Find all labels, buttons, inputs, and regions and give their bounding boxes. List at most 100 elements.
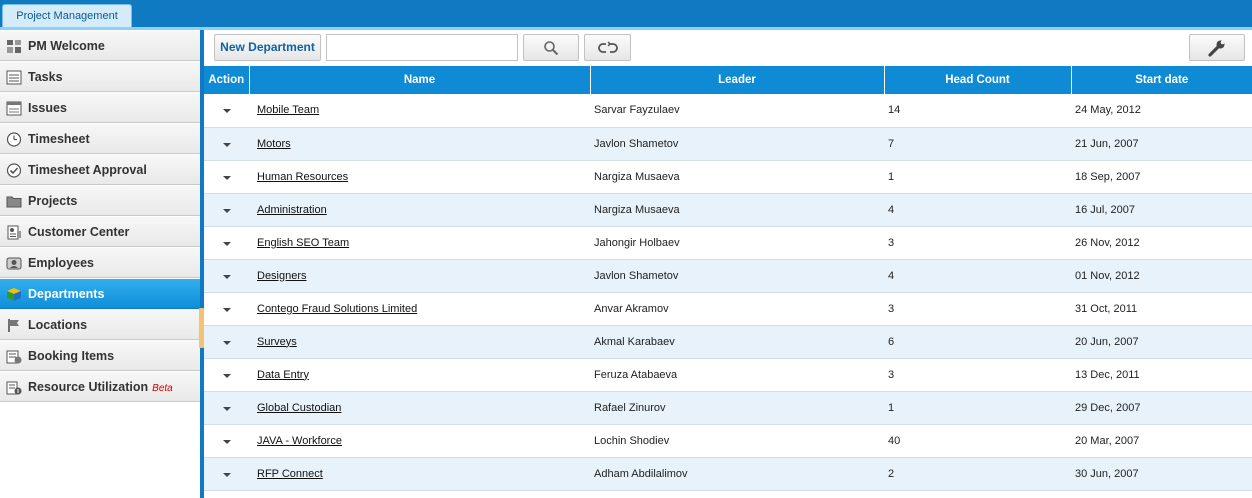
action-cell [204, 226, 249, 260]
sidebar-item-label: Locations [28, 310, 87, 340]
action-cell [204, 325, 249, 359]
sidebar: PM Welcome Tasks Issues Timesheet Timesheet … [0, 30, 200, 498]
table-row: Global Custodian Rafael Zinurov 1 29 Dec, 2… [204, 391, 1252, 425]
leader-cell: Javlon Shametov [590, 127, 884, 161]
row-action-dropdown-icon[interactable] [222, 241, 231, 246]
name-cell: Motors [249, 127, 590, 161]
start-date-cell: 21 Jun, 2007 [1071, 127, 1252, 161]
new-department-button[interactable]: New Department [214, 34, 321, 61]
tab-project-management[interactable]: Project Management [2, 4, 132, 27]
department-link[interactable]: Surveys [257, 336, 297, 348]
row-action-dropdown-icon[interactable] [222, 373, 231, 378]
row-action-dropdown-icon[interactable] [222, 175, 231, 180]
head-count-cell: 40 [884, 424, 1071, 458]
row-action-dropdown-icon[interactable] [222, 472, 231, 477]
name-cell: JAVA - Workforce [249, 424, 590, 458]
row-action-dropdown-icon[interactable] [222, 439, 231, 444]
sidebar-item-timesheet-approval[interactable]: Timesheet Approval [0, 154, 200, 185]
start-date-cell: 20 Mar, 2007 [1071, 424, 1252, 458]
sidebar-item-label: Tasks [28, 62, 63, 92]
table-row: JAVA - Workforce Lochin Shodiev 40 20 Mar, … [204, 424, 1252, 458]
table-row: RFP Connect Adham Abdilalimov 2 30 Jun, 200… [204, 457, 1252, 491]
department-link[interactable]: Human Resources [257, 171, 348, 183]
start-date-cell: 31 Oct, 2011 [1071, 292, 1252, 326]
sidebar-item-label: Resource Utilization Beta [28, 372, 173, 404]
department-link[interactable]: Data Entry [257, 369, 309, 381]
sidebar-item-issues[interactable]: Issues [0, 92, 200, 123]
head-count-cell: 1 [884, 391, 1071, 425]
row-action-dropdown-icon[interactable] [222, 340, 231, 345]
sidebar-item-text: Customer Center [28, 225, 130, 239]
department-link[interactable]: English SEO Team [257, 237, 349, 249]
leader-cell: Lochin Shodiev [590, 424, 884, 458]
check-circle-icon [6, 163, 22, 178]
utilization-icon [6, 380, 22, 395]
department-link[interactable]: Mobile Team [257, 104, 319, 116]
column-header-name[interactable]: Name [249, 66, 591, 94]
sidebar-item-label: Projects [28, 186, 77, 216]
start-date-cell: 20 Jun, 2007 [1071, 325, 1252, 359]
head-count-cell: 4 [884, 259, 1071, 293]
sidebar-item-label: Timesheet Approval [28, 155, 147, 185]
sidebar-item-label: Issues [28, 93, 67, 123]
sidebar-item-label: Timesheet [28, 124, 90, 154]
sidebar-item-text: Timesheet Approval [28, 163, 147, 177]
table-row: Motors Javlon Shametov 7 21 Jun, 2007 [204, 127, 1252, 161]
leader-cell: Javlon Shametov [590, 259, 884, 293]
sidebar-item-resource-utilization[interactable]: Resource Utilization Beta [0, 371, 200, 402]
name-cell: Contego Fraud Solutions Limited [249, 292, 590, 326]
action-cell [204, 127, 249, 161]
folder-icon [6, 194, 22, 209]
sidebar-item-locations[interactable]: Locations [0, 309, 200, 340]
department-link[interactable]: Motors [257, 138, 291, 150]
sidebar-item-text: PM Welcome [28, 39, 105, 53]
name-cell: Administration [249, 193, 590, 227]
department-link[interactable]: JAVA - Workforce [257, 435, 342, 447]
sidebar-item-label: Customer Center [28, 217, 129, 247]
table-row: Human Resources Nargiza Musaeva 1 18 Sep, 2… [204, 160, 1252, 194]
sidebar-item-customer-center[interactable]: Customer Center [0, 216, 200, 247]
head-count-cell: 3 [884, 226, 1071, 260]
leader-cell: Akmal Karabaev [590, 325, 884, 359]
leader-cell: Anvar Akramov [590, 292, 884, 326]
sidebar-item-tasks[interactable]: Tasks [0, 61, 200, 92]
reset-button[interactable] [584, 34, 631, 61]
search-button[interactable] [523, 34, 579, 61]
column-header-start-date[interactable]: Start date [1071, 66, 1252, 94]
search-input[interactable] [326, 34, 518, 61]
column-header-action[interactable]: Action [204, 66, 250, 94]
sidebar-item-departments[interactable]: Departments [0, 278, 200, 309]
sidebar-item-text: Resource Utilization [28, 380, 149, 394]
action-cell [204, 193, 249, 227]
sidebar-item-booking-items[interactable]: Booking Items [0, 340, 200, 371]
department-link[interactable]: Contego Fraud Solutions Limited [257, 303, 417, 315]
row-action-dropdown-icon[interactable] [222, 208, 231, 213]
row-action-dropdown-icon[interactable] [222, 274, 231, 279]
search-icon [544, 40, 559, 55]
column-header-head-count[interactable]: Head Count [884, 66, 1072, 94]
sidebar-item-pm-welcome[interactable]: PM Welcome [0, 30, 200, 61]
departments-table: Action Name Leader Head Count Start date… [204, 66, 1252, 491]
sidebar-item-projects[interactable]: Projects [0, 185, 200, 216]
department-link[interactable]: RFP Connect [257, 468, 323, 480]
column-header-leader[interactable]: Leader [590, 66, 885, 94]
department-link[interactable]: Administration [257, 204, 327, 216]
leader-cell: Jahongir Holbaev [590, 226, 884, 260]
sidebar-item-label: PM Welcome [28, 31, 105, 61]
row-action-dropdown-icon[interactable] [222, 109, 231, 114]
leader-cell: Adham Abdilalimov [590, 457, 884, 491]
sidebar-item-text: Employees [28, 256, 95, 270]
head-count-cell: 1 [884, 160, 1071, 194]
table-header-row: Action Name Leader Head Count Start date [204, 66, 1252, 94]
row-action-dropdown-icon[interactable] [222, 142, 231, 147]
row-action-dropdown-icon[interactable] [222, 307, 231, 312]
name-cell: RFP Connect [249, 457, 590, 491]
action-cell [204, 292, 249, 326]
sidebar-item-timesheet[interactable]: Timesheet [0, 123, 200, 154]
row-action-dropdown-icon[interactable] [222, 406, 231, 411]
department-link[interactable]: Designers [257, 270, 307, 282]
settings-button[interactable] [1189, 34, 1245, 61]
sidebar-item-employees[interactable]: Employees [0, 247, 200, 278]
sidebar-item-label: Departments [28, 279, 104, 309]
department-link[interactable]: Global Custodian [257, 402, 341, 414]
